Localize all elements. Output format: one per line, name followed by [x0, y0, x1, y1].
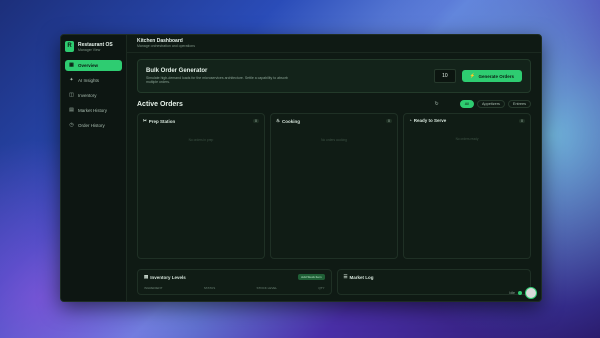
sidebar-item-label: AI Insights	[78, 78, 100, 83]
add-stock-button[interactable]: Add Stock Item	[298, 274, 325, 280]
column-count: 0	[253, 119, 259, 123]
order-filters: ↻ All Appetizers Entrees	[435, 100, 531, 108]
column-empty-text: No orders ready	[455, 137, 479, 141]
filter-entrees[interactable]: Entrees	[507, 100, 531, 108]
quantity-input[interactable]: 10	[433, 69, 456, 83]
column-title: Cooking	[282, 118, 301, 124]
status-label: Idle	[509, 291, 515, 295]
filter-appetizers[interactable]: Appetizers	[476, 100, 505, 108]
inventory-col: INGREDIENT	[144, 286, 163, 290]
column-empty-text: No orders in prep	[188, 138, 214, 142]
app-window: R Restaurant OS Manager View ▦ Overview …	[60, 34, 542, 302]
generate-orders-label: Generate Orders	[478, 73, 514, 79]
inventory-col: QTY	[318, 286, 325, 290]
inventory-columns: INGREDIENT STATUS STOCK LEVEL QTY	[144, 286, 325, 290]
refresh-icon[interactable]: ↻	[435, 101, 439, 107]
column-count: 0	[386, 119, 392, 123]
brand-subtitle: Manager View	[78, 47, 101, 52]
sidebar-item-inventory[interactable]: ◫ Inventory	[65, 90, 122, 101]
inventory-panel: ▤ Inventory Levels Add Stock Item INGRED…	[137, 269, 332, 295]
brand-name: Restaurant OS	[78, 41, 113, 48]
generate-orders-button[interactable]: ⚡ Generate Orders	[461, 70, 522, 82]
status-dot	[518, 291, 522, 295]
sidebar-item-label: Inventory	[78, 93, 97, 98]
bulk-title: Bulk Order Generator	[146, 67, 208, 74]
market-log-panel: ☰ Market Log	[336, 269, 531, 295]
content: Bulk Order Generator Simulate high-deman…	[127, 53, 541, 301]
column-title: Ready to Serve	[413, 118, 447, 123]
market-title: Market Log	[349, 274, 374, 280]
bottom-panels: ▤ Inventory Levels Add Stock Item INGRED…	[137, 269, 531, 295]
sidebar-item-label: Order History	[78, 123, 105, 128]
column-empty-text: No orders cooking	[321, 138, 347, 142]
sidebar-item-ai-insights[interactable]: ✦ AI Insights	[65, 75, 122, 86]
grid-icon: ▦	[69, 62, 74, 68]
chart-icon: ▤	[144, 274, 149, 279]
sidebar-item-label: Overview	[78, 63, 99, 68]
orders-title: Active Orders	[137, 100, 183, 108]
bulk-description: Simulate high-demand loads for the micro…	[146, 75, 288, 85]
inventory-col: STATUS	[203, 286, 216, 290]
avatar[interactable]	[525, 287, 537, 299]
column-cooking: ♨ Cooking 0 No orders cooking	[270, 113, 398, 259]
page-subtitle: Manage orchestration and operations	[137, 44, 195, 48]
sidebar-item-order-history[interactable]: ◷ Order History	[65, 120, 122, 131]
topbar: Kitchen Dashboard Manage orchestration a…	[127, 35, 541, 53]
sidebar-item-overview[interactable]: ▦ Overview	[65, 60, 122, 71]
sparkle-icon: ✦	[69, 77, 74, 83]
bolt-icon: ⚡	[469, 73, 476, 78]
clock-icon: ◷	[69, 122, 74, 128]
main-area: Kitchen Dashboard Manage orchestration a…	[127, 35, 541, 301]
inventory-title: Inventory Levels	[150, 274, 186, 280]
chart-icon: ▤	[69, 107, 74, 113]
column-ready-to-serve: ◔ Ready to Serve 0 No orders ready	[403, 113, 531, 259]
status-corner: Idle	[509, 287, 537, 299]
column-title: Prep Station	[148, 118, 176, 124]
orders-header: Active Orders ↻ All Appetizers Entrees	[137, 100, 531, 108]
brand-logo: R	[65, 41, 74, 52]
sidebar-item-label: Market History	[78, 108, 108, 113]
sidebar: R Restaurant OS Manager View ▦ Overview …	[61, 35, 127, 301]
list-icon: ☰	[343, 274, 348, 279]
column-prep-station: ✂ Prep Station 0 No orders in prep	[137, 113, 265, 259]
utensils-icon: ✂	[143, 118, 147, 123]
column-count: 0	[519, 118, 525, 123]
sidebar-item-market-history[interactable]: ▤ Market History	[65, 105, 122, 116]
bulk-order-card: Bulk Order Generator Simulate high-deman…	[137, 59, 531, 93]
flame-icon: ♨	[276, 118, 281, 123]
brand: R Restaurant OS Manager View	[65, 41, 122, 52]
inventory-col: STOCK LEVEL	[256, 286, 277, 290]
filter-all[interactable]: All	[459, 100, 474, 108]
order-columns: ✂ Prep Station 0 No orders in prep ♨ Coo…	[137, 113, 531, 259]
box-icon: ◫	[69, 92, 74, 98]
bell-icon: ◔	[409, 118, 412, 123]
